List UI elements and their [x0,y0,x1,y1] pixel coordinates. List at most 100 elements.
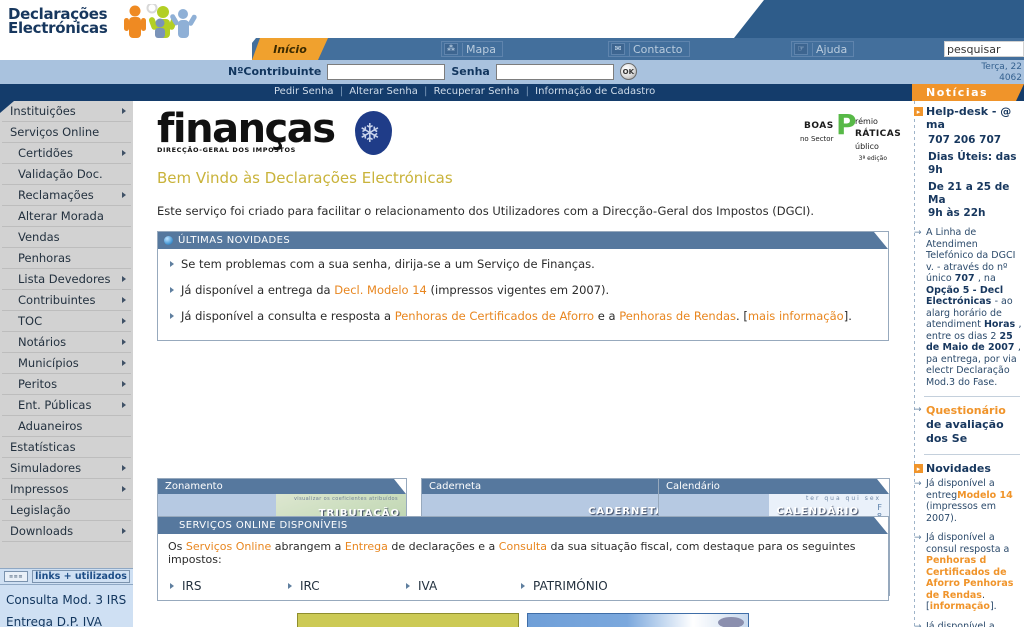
sidebar-item-peritos[interactable]: Peritos [2,374,131,395]
novidade-link[interactable]: mais informação [748,309,844,323]
sidebar-item-downloads[interactable]: Downloads [2,521,131,542]
link-informacao-cadastro[interactable]: Informação de Cadastro [535,86,655,97]
award-word-praticas: RÁTICAS [855,129,902,139]
favourites-mini-icon: ≡≡≡ [4,571,28,582]
helpdesk-bold-text: 707 [954,273,978,284]
link-recuperar-senha[interactable]: Recuperar Senha [434,86,520,97]
servicos-online-header: SERVIÇOS ONLINE DISPONÍVEIS [158,517,888,534]
bullet-icon [521,583,525,589]
blue-banner-button[interactable] [527,613,749,627]
sidebar-item-label: Lista Devedores [18,272,111,286]
promo-caderneta-title: Caderneta [429,481,482,492]
chevron-right-icon [122,486,126,492]
sidebar-item-label: Municípios [18,356,79,370]
login-form: NºContribuinte Senha OK [228,63,637,80]
servicos-intro-link[interactable]: Entrega [345,540,388,553]
sidebar-menu: Instituições Serviços Online Certidões Vali… [0,101,133,542]
nav-link-ajuda-label: Ajuda [812,42,849,56]
tax-link-irc[interactable]: IRC [286,579,404,593]
promo-calendario-title: Calendário [666,481,720,492]
bullet-icon [170,313,174,319]
tax-link-patrimonio-label: PATRIMÓNIO [533,579,608,593]
favourites-header-label: links + utilizados [32,570,130,583]
sidebar-item-contribuintes[interactable]: Contribuintes [2,290,131,311]
sidebar-item-alterar-morada[interactable]: Alterar Morada [2,206,131,227]
sidebar-item-legisla-o[interactable]: Legislação [2,500,131,521]
sidebar-item-penhoras[interactable]: Penhoras [2,248,131,269]
news-separator [924,454,1020,455]
novidade-text: Já disponível a entrega da [181,283,335,297]
sidebar-item-ent-p-blicas[interactable]: Ent. Públicas [2,395,131,416]
servicos-intro-link[interactable]: Serviços Online [186,540,271,553]
chevron-right-icon [122,192,126,198]
arrow-icon: → [914,533,922,543]
favourites-header: ≡≡≡ links + utilizados [0,568,133,585]
sidebar-item-label: Contribuintes [18,293,96,307]
link-alterar-senha[interactable]: Alterar Senha [349,86,418,97]
sidebar-item-estat-sticas[interactable]: Estatísticas [2,437,131,458]
news-novidade-item: → Já disponível a entreg Declarações de A… [912,621,1024,627]
sidebar-item-lista-devedores[interactable]: Lista Devedores [2,269,131,290]
globe-icon [164,236,173,245]
news-novidade-text: ]. [989,601,997,612]
news-novidade-link[interactable]: informação [930,601,990,612]
helpdesk-bold-text: Electrónicas [926,296,995,307]
servicos-intro-link[interactable]: Consulta [499,540,547,553]
date-line-2: 4062 [999,73,1022,83]
sidebar-item-servi-os-online[interactable]: Serviços Online [2,122,131,143]
sidebar-item-simuladores[interactable]: Simuladores [2,458,131,479]
senha-input[interactable] [495,63,614,80]
link-pedir-senha[interactable]: Pedir Senha [274,86,334,97]
brand-line-2: Electrónicas [8,19,108,37]
nav-link-contacto[interactable]: ✉ Contacto [608,41,690,57]
tax-link-iva[interactable]: IVA [404,579,519,593]
sidebar-item-aduaneiros[interactable]: Aduaneiros [2,416,131,437]
questionario-link[interactable]: Questionário [926,404,1006,417]
helpdesk-header: ▸ Help-desk - @ ma [912,105,1024,131]
news-novidade-body: Já disponível a entregModelo 14 (impress… [926,478,1022,524]
chevron-right-icon [122,381,126,387]
tax-link-irs[interactable]: IRS [168,579,286,593]
news-novidade-link[interactable]: Penhoras d Certificados de Aforro Penhor… [926,555,1013,601]
people-group-icon [114,2,204,38]
promo-zonamento-microcaption: visualizar os coeficientes atribuídos [293,496,398,502]
sidebar-item-vendas[interactable]: Vendas [2,227,131,248]
tab-noticias[interactable]: Notícias [912,84,1024,101]
sidebar-item-not-rios[interactable]: Notários [2,332,131,353]
arrow-icon: → [914,405,922,415]
sidebar-item-toc[interactable]: TOC [2,311,131,332]
sidebar-item-label: Ent. Públicas [18,398,92,412]
arrow-icon: → [914,228,922,238]
questionario-item[interactable]: → Questionário de avaliação dos Se [912,404,1024,446]
sidebar-item-reclama-es[interactable]: Reclamações [2,185,131,206]
contribuinte-input[interactable] [327,63,446,80]
ultimas-novidades-header: ÚLTIMAS NOVIDADES [158,232,888,249]
novidade-link[interactable]: Penhoras de Rendas [619,309,736,323]
sidebar-item-entrega-dp-iva[interactable]: Entrega D.P. IVA [0,611,133,627]
nav-link-ajuda[interactable]: ☞ Ajuda [791,41,855,57]
novidade-item: Já disponível a consulta e resposta a Pe… [168,309,878,324]
yellow-banner-button[interactable] [297,613,519,627]
arrow-icon: → [914,479,922,489]
search-input[interactable] [944,41,1024,57]
tax-link-patrimonio[interactable]: PATRIMÓNIO [519,579,608,593]
ok-button[interactable]: OK [619,63,637,80]
helpdesk-title: Help-desk - @ ma [926,105,1012,131]
novidade-link[interactable]: Decl. Modelo 14 [334,283,427,297]
site-banner: Declarações Electrónicas [0,0,1024,38]
site-logo[interactable]: Declarações Electrónicas [8,2,204,38]
sidebar-item-consulta-mod3-irs[interactable]: Consulta Mod. 3 IRS [0,589,133,611]
news-novidade-link[interactable]: Modelo 14 [957,490,1013,501]
sidebar-item-institui-es[interactable]: Instituições [2,101,131,122]
sidebar-item-munic-pios[interactable]: Municípios [2,353,131,374]
bullet-icon [170,261,174,267]
helpdesk-hours-1: Dias Úteis: das 9h [928,151,1017,176]
left-sidebar: Instituições Serviços Online Certidões Vali… [0,101,133,627]
news-separator [924,396,1020,397]
sidebar-item-certid-es[interactable]: Certidões [2,143,131,164]
sidebar-item-valida-o-doc[interactable]: Validação Doc. [2,164,131,185]
sidebar-item-impressos[interactable]: Impressos [2,479,131,500]
tab-inicio[interactable]: Início [252,38,328,60]
novidade-link[interactable]: Penhoras de Certificados de Aforro [395,309,594,323]
nav-link-mapa[interactable]: ⁂ Mapa [441,41,503,57]
